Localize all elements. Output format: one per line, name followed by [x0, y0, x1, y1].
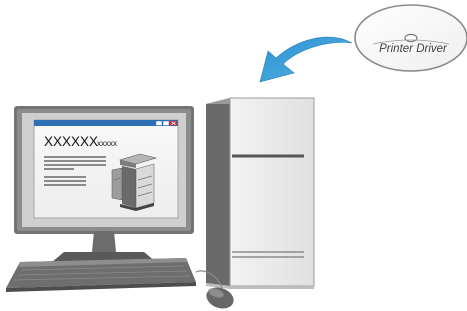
window-heading-suffix: xxxxx [97, 139, 117, 148]
minimize-icon [155, 120, 163, 126]
window-controls [155, 120, 177, 126]
monitor-neck [92, 231, 116, 252]
app-window: XXXXXX xxxxx [33, 119, 179, 219]
maximize-icon [162, 120, 170, 126]
cd-disc-icon: Printer Driver [354, 4, 467, 72]
keyboard [6, 258, 196, 292]
monitor: XXXXXX xxxxx [14, 106, 194, 262]
curved-arrow-icon [259, 36, 353, 83]
disc-label: Printer Driver [379, 43, 448, 55]
computer-install-diagram: Printer Driver XXXXXX xxxxx [6, 4, 467, 309]
pc-tower [206, 97, 315, 289]
window-heading: XXXXXX [44, 134, 98, 149]
